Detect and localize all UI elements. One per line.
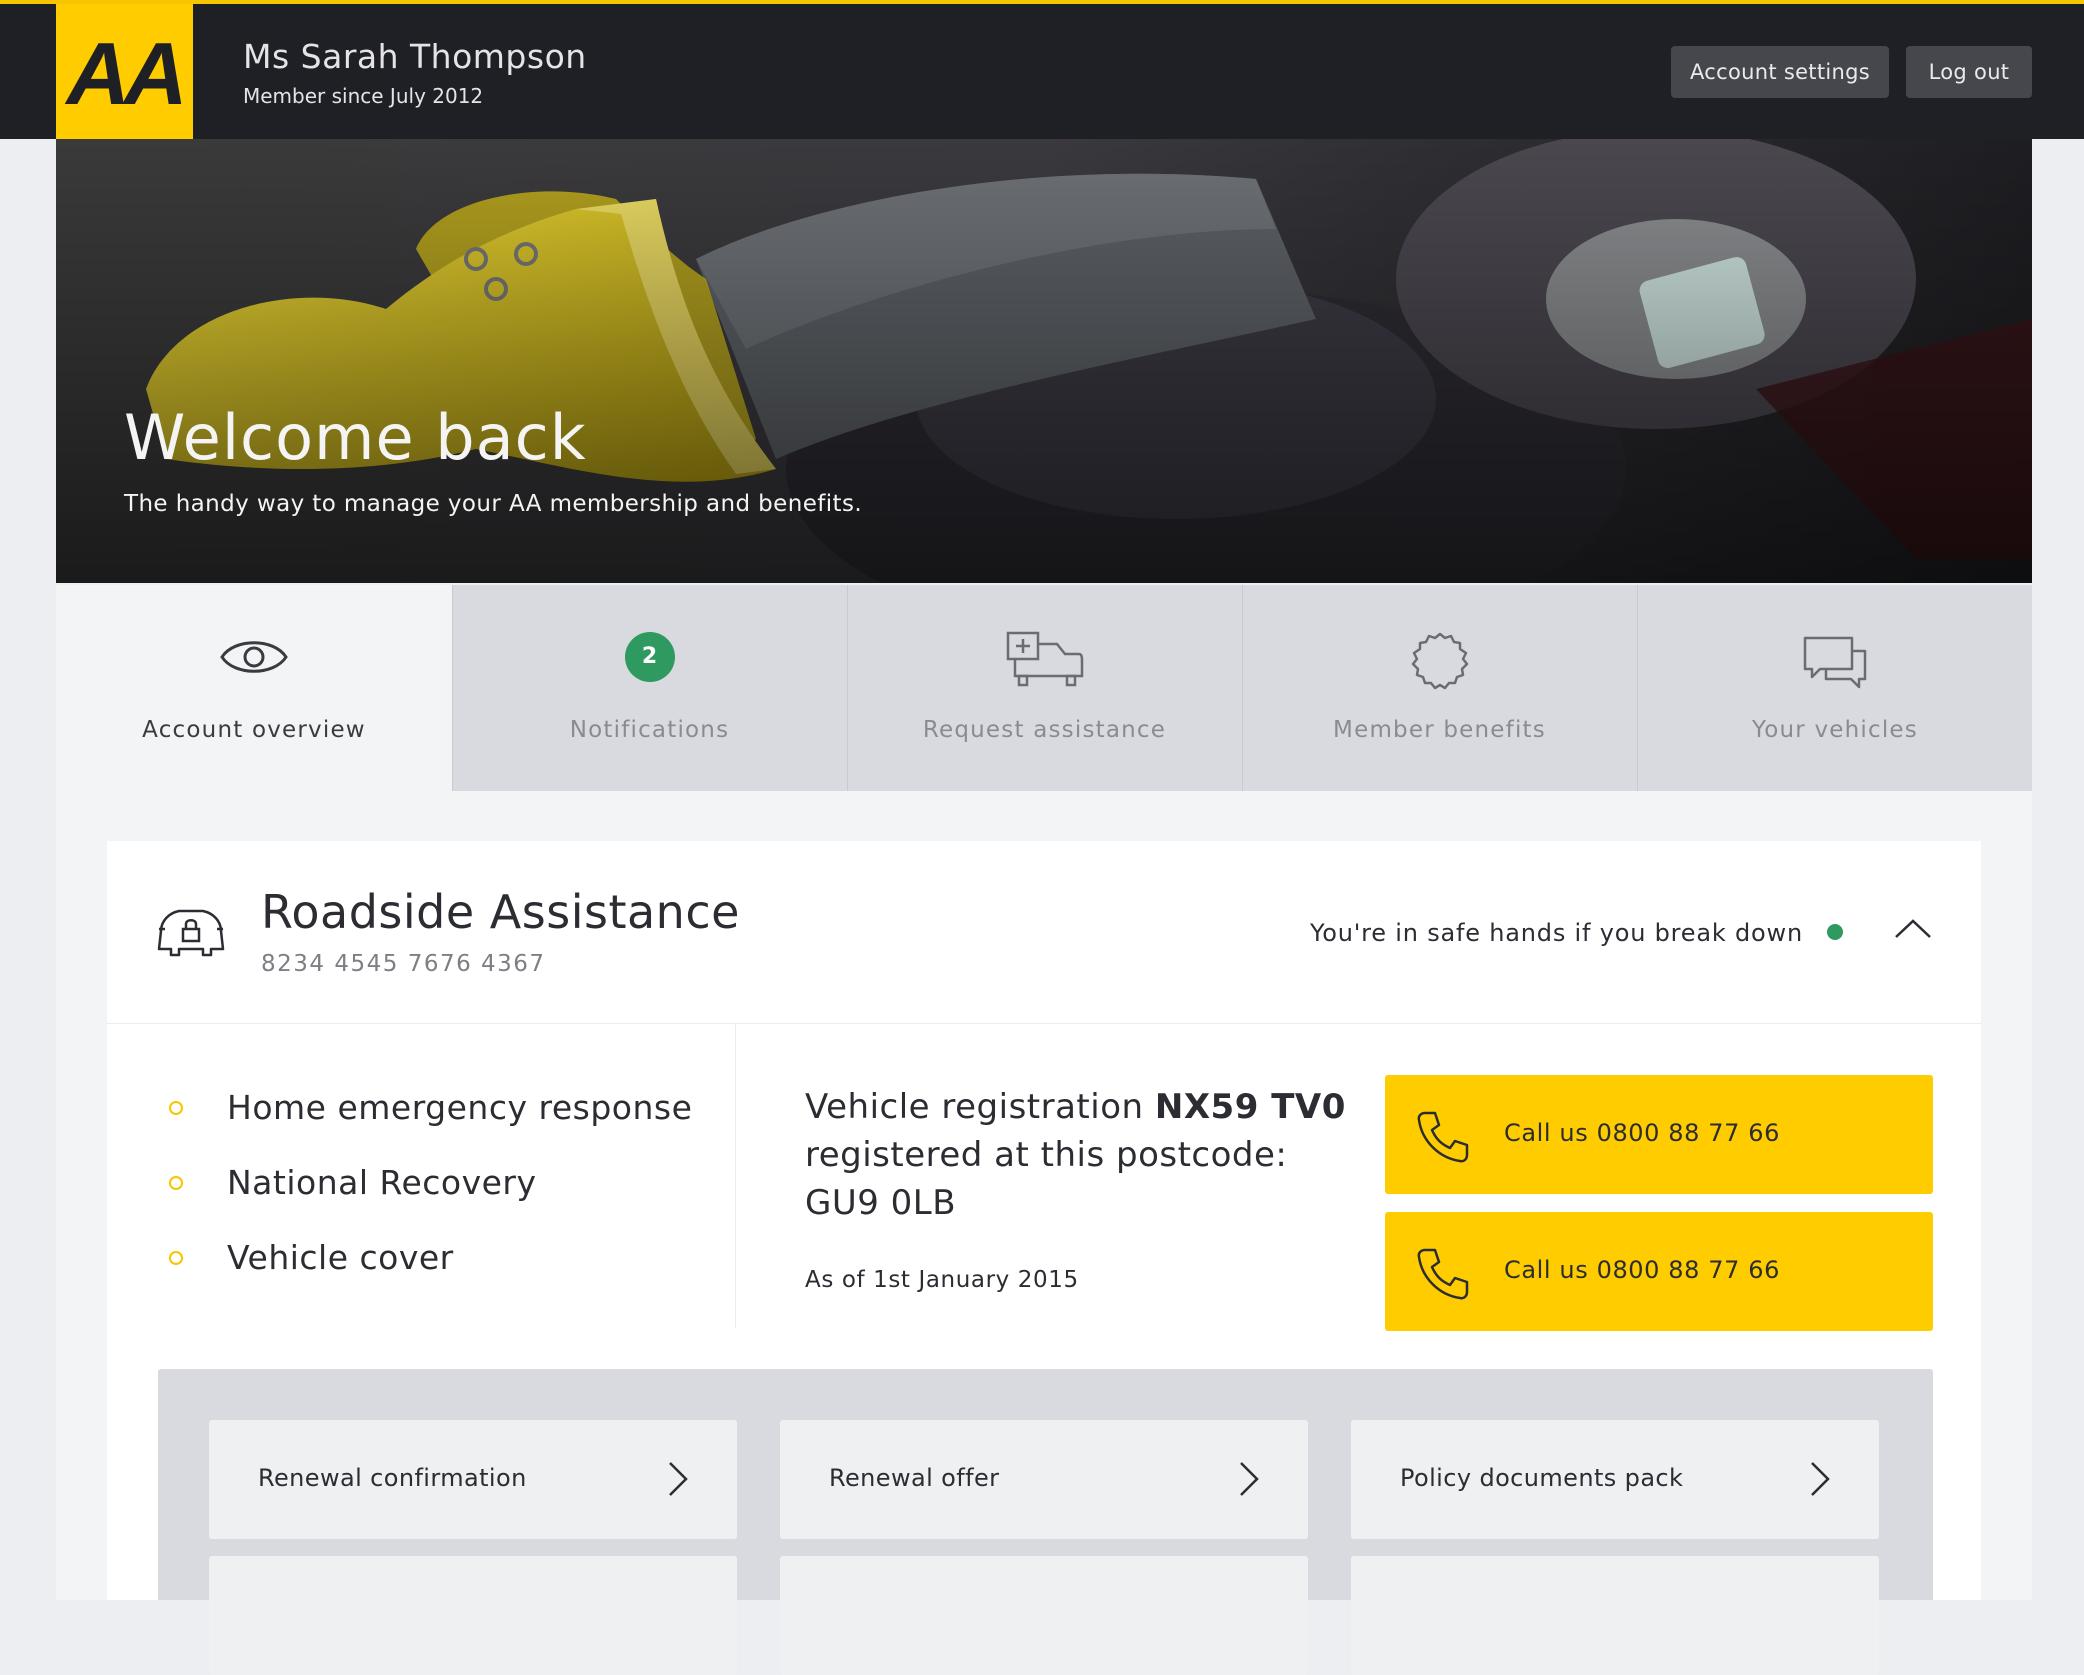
status-indicator [1827, 924, 1843, 940]
card-header[interactable]: Roadside Assistance 8234 4545 7676 4367 … [107, 841, 1981, 1024]
chat-bubbles-icon [1802, 635, 1868, 695]
vehicle-postcode-label: registered at this postcode: [805, 1135, 1288, 1175]
notification-badge: 2 [624, 632, 675, 682]
feature-label: Home emergency response [227, 1088, 693, 1127]
chevron-right-icon [1238, 1460, 1260, 1502]
vehicle-prefix: Vehicle registration [805, 1087, 1144, 1127]
feature-label: National Recovery [227, 1163, 537, 1202]
tab-request-assistance[interactable]: Request assistance [847, 585, 1241, 791]
vehicle-registration: NX59 TV0 [1154, 1087, 1346, 1127]
tab-your-vehicles[interactable]: Your vehicles [1637, 585, 2032, 791]
status-text: You're in safe hands if you break down [1310, 919, 1803, 947]
tab-label: Notifications [569, 717, 730, 743]
badge-icon [1410, 632, 1470, 696]
chevron-up-icon[interactable] [1893, 917, 1933, 945]
document-link[interactable] [1351, 1556, 1879, 1675]
call-us-button[interactable]: Call us 0800 88 77 66 [1385, 1075, 1933, 1194]
document-label: Renewal offer [829, 1464, 1000, 1492]
column-divider [735, 1024, 736, 1328]
main-tabs: Account overview 2 Notifications Request… [56, 585, 2032, 791]
roadside-assistance-card: Roadside Assistance 8234 4545 7676 4367 … [107, 841, 1981, 1675]
eye-icon [219, 632, 289, 686]
car-lock-icon [155, 905, 227, 961]
bullet-icon [169, 1101, 183, 1115]
bullet-icon [169, 1251, 183, 1265]
membership-number: 8234 4545 7676 4367 [261, 951, 546, 977]
top-header: AA Ms Sarah Thompson Member since July 2… [0, 0, 2084, 139]
tab-account-overview[interactable]: Account overview [56, 585, 452, 791]
document-link-renewal-confirmation[interactable]: Renewal confirmation [209, 1420, 737, 1539]
document-label: Renewal confirmation [258, 1464, 527, 1492]
call-button-label: Call us 0800 88 77 66 [1504, 1256, 1780, 1284]
call-button-label: Call us 0800 88 77 66 [1504, 1119, 1780, 1147]
documents-panel: Renewal confirmation Renewal offer Polic… [158, 1369, 1933, 1675]
member-since: Member since July 2012 [243, 84, 484, 108]
aa-logo-mark: AA [64, 24, 188, 123]
feature-label: Vehicle cover [227, 1238, 454, 1277]
card-title: Roadside Assistance [261, 885, 740, 939]
chevron-right-icon [1809, 1460, 1831, 1502]
account-settings-button[interactable]: Account settings [1671, 46, 1889, 98]
document-link[interactable] [209, 1556, 737, 1675]
document-link-renewal-offer[interactable]: Renewal offer [780, 1420, 1308, 1539]
tab-label: Request assistance [922, 717, 1167, 743]
tab-notifications[interactable]: 2 Notifications [452, 585, 846, 791]
vehicle-registration-info: Vehicle registration NX59 TV0 registered… [805, 1083, 1346, 1227]
hero-title: Welcome back [124, 401, 587, 474]
phone-icon [1415, 1109, 1471, 1169]
call-us-button[interactable]: Call us 0800 88 77 66 [1385, 1212, 1933, 1331]
bullet-icon [169, 1176, 183, 1190]
tab-member-benefits[interactable]: Member benefits [1242, 585, 1636, 791]
vehicle-postcode: GU9 0LB [805, 1183, 957, 1223]
phone-icon [1415, 1246, 1471, 1306]
document-label: Policy documents pack [1400, 1464, 1684, 1492]
chevron-right-icon [667, 1460, 689, 1502]
hero-banner: Welcome back The handy way to manage you… [56, 139, 2032, 583]
hero-subtitle: The handy way to manage your AA membersh… [124, 491, 863, 517]
logout-button[interactable]: Log out [1906, 46, 2032, 98]
tab-label: Member benefits [1333, 717, 1546, 743]
document-link[interactable] [780, 1556, 1308, 1675]
svg-text:AA: AA [64, 24, 182, 123]
tab-label: Your vehicles [1752, 717, 1918, 743]
aa-logo[interactable]: AA [56, 4, 193, 139]
user-name: Ms Sarah Thompson [243, 37, 587, 76]
as-of-date: As of 1st January 2015 [805, 1267, 1079, 1293]
car-plus-icon [1005, 630, 1085, 692]
tab-label: Account overview [142, 717, 366, 743]
document-link-policy-documents-pack[interactable]: Policy documents pack [1351, 1420, 1879, 1539]
notification-count: 2 [624, 632, 675, 682]
